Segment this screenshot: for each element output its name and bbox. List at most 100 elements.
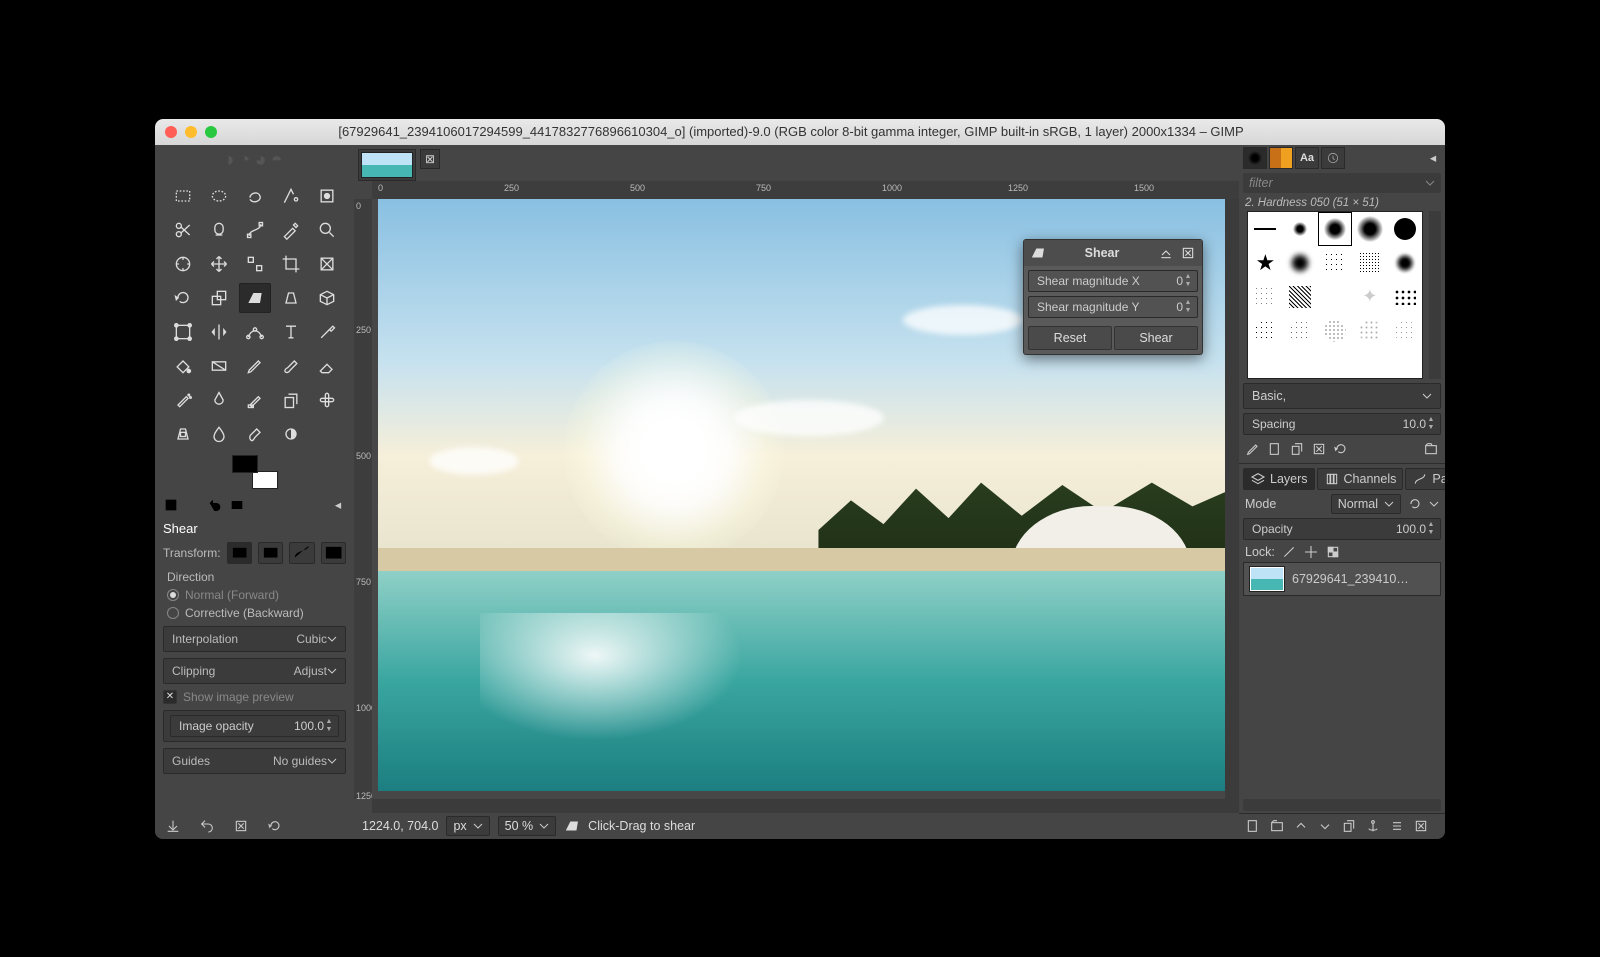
delete-preset-icon[interactable] [233,818,249,834]
tool-scale[interactable] [203,283,235,313]
scrollbar-horizontal[interactable] [372,799,1239,813]
fg-bg-swatches[interactable] [232,455,278,489]
tab-undo-history-icon[interactable] [207,497,223,513]
tool-paintbrush[interactable] [275,351,307,381]
window-zoom-button[interactable] [205,126,217,138]
shear-reset-button[interactable]: Reset [1028,326,1112,350]
layer-down-icon[interactable] [1317,818,1333,834]
layer-duplicate-icon[interactable] [1341,818,1357,834]
lock-alpha-icon[interactable] [1325,544,1341,560]
tool-3d[interactable] [311,283,343,313]
brush-spacing-field[interactable]: Spacing 10.0 ▲▼ [1243,413,1441,435]
tool-clone[interactable] [275,385,307,415]
layer-up-icon[interactable] [1293,818,1309,834]
tool-cage[interactable] [239,317,271,347]
layer-merge-icon[interactable] [1389,818,1405,834]
transform-image-button[interactable] [321,542,346,564]
layer-anchor-icon[interactable] [1365,818,1381,834]
tab-images-icon[interactable] [229,497,245,513]
brush-filter-input[interactable]: filter [1243,173,1441,193]
tool-shear[interactable] [239,283,271,313]
tool-mypaint[interactable] [239,385,271,415]
tool-unified[interactable] [311,249,343,279]
tool-scissors[interactable] [167,215,199,245]
dock-menu-icon[interactable]: ◂ [1425,150,1441,166]
layer-group-icon[interactable] [1269,818,1285,834]
tool-dodge[interactable] [275,419,307,449]
fonts-tab[interactable]: Aa [1295,147,1319,169]
brush-refresh-icon[interactable] [1333,441,1349,457]
tool-heal[interactable] [311,385,343,415]
interpolation-combo[interactable]: Interpolation Cubic [163,626,346,652]
channels-tab[interactable]: Channels [1317,468,1404,490]
layer-row[interactable]: 67929641_239410… [1243,562,1441,596]
tool-crop[interactable] [275,249,307,279]
shear-apply-button[interactable]: Shear [1114,326,1198,350]
shear-x-field[interactable]: Shear magnitude X 0 ▲▼ [1028,270,1198,292]
image-tab[interactable] [358,149,416,181]
tool-perspective[interactable] [275,283,307,313]
tool-by-color-select[interactable] [311,181,343,211]
transform-layer-button[interactable] [227,542,252,564]
brush-edit-icon[interactable] [1245,441,1261,457]
direction-normal-radio[interactable] [167,589,179,601]
tool-eraser[interactable] [311,351,343,381]
transform-selection-button[interactable] [258,542,283,564]
tool-airbrush[interactable] [167,385,199,415]
tool-paths[interactable] [239,215,271,245]
status-zoom-combo[interactable]: 50 % [498,816,557,836]
window-minimize-button[interactable] [185,126,197,138]
layer-new-icon[interactable] [1245,818,1261,834]
status-unit-combo[interactable]: px [446,816,489,836]
shear-dialog-collapse-icon[interactable] [1158,245,1174,261]
layer-mode-combo[interactable]: Normal [1331,494,1401,514]
lock-pixels-icon[interactable] [1281,544,1297,560]
mode-reset-icon[interactable] [1407,496,1423,512]
ruler-vertical[interactable]: 0 250 500 750 1000 1250 [354,199,372,799]
preview-checkbox[interactable]: ✕ [163,690,177,704]
tool-ink[interactable] [203,385,235,415]
tool-text[interactable] [275,317,307,347]
scrollbar-vertical[interactable] [1225,199,1239,799]
tool-gradient[interactable] [203,351,235,381]
brush-new-icon[interactable] [1267,441,1283,457]
brush-grid[interactable]: ★ ✦ [1247,211,1423,379]
window-close-button[interactable] [165,126,177,138]
transform-path-button[interactable] [289,542,314,564]
tool-handle[interactable] [167,317,199,347]
brush-preset-combo[interactable]: Basic, [1243,383,1441,409]
tool-bucket[interactable] [167,351,199,381]
layers-tab[interactable]: Layers [1243,468,1315,490]
layer-scrollbar[interactable] [1243,799,1441,811]
paths-tab[interactable]: Paths [1405,468,1445,490]
brush-delete-icon[interactable] [1311,441,1327,457]
reset-preset-icon[interactable] [267,818,283,834]
tool-warp[interactable] [311,317,343,347]
tool-fuzzy-select[interactable] [275,181,307,211]
brush-duplicate-icon[interactable] [1289,441,1305,457]
brush-scrollbar[interactable] [1429,211,1441,379]
image-tab-close[interactable]: ⊠ [420,149,440,169]
tab-tool-options-icon[interactable] [163,497,179,513]
tool-zoom[interactable] [311,215,343,245]
shear-dialog-close-icon[interactable] [1180,245,1196,261]
tool-rect-select[interactable] [167,181,199,211]
save-preset-icon[interactable] [165,818,181,834]
layer-delete-icon[interactable] [1413,818,1429,834]
tool-rotate[interactable] [167,283,199,313]
tool-pencil[interactable] [239,351,271,381]
restore-preset-icon[interactable] [199,818,215,834]
tool-align[interactable] [239,249,271,279]
history-tab[interactable] [1321,147,1345,169]
tool-move[interactable] [203,249,235,279]
tool-blur[interactable] [203,419,235,449]
tool-foreground[interactable] [203,215,235,245]
tool-flip[interactable] [203,317,235,347]
canvas[interactable]: Shear Shear magnitude X 0 ▲▼ [372,199,1225,799]
layer-opacity-field[interactable]: Opacity 100.0 ▲▼ [1243,518,1441,540]
brushes-tab[interactable] [1243,147,1267,169]
tool-free-select[interactable] [239,181,271,211]
direction-corrective-radio[interactable] [167,607,179,619]
tool-measure[interactable] [167,249,199,279]
clipping-combo[interactable]: Clipping Adjust [163,658,346,684]
